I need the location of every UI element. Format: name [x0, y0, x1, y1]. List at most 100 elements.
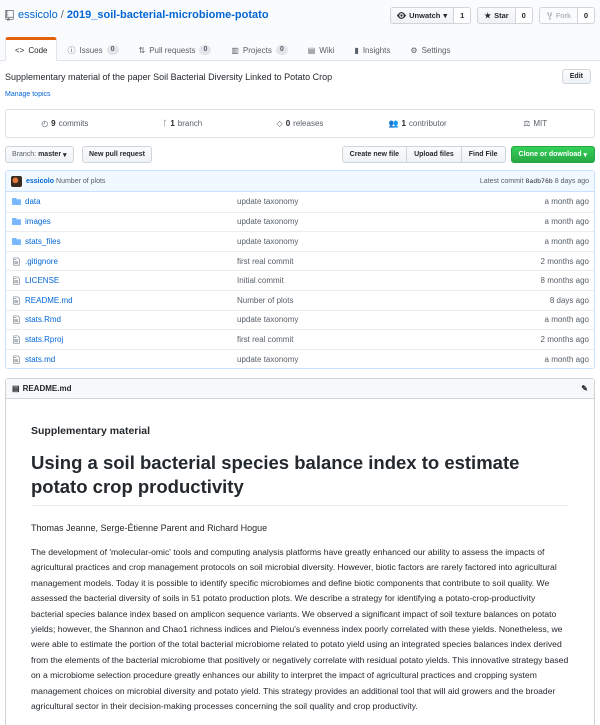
- tab-insights[interactable]: ▮ Insights: [344, 37, 400, 61]
- file-age: a month ago: [544, 354, 589, 364]
- commit-sha[interactable]: 8adb76b: [525, 178, 552, 185]
- tab-counter: 0: [106, 45, 119, 55]
- file-commit-message[interactable]: update taxonomy: [237, 197, 545, 206]
- file-name-link[interactable]: stats.Rproj: [23, 335, 237, 344]
- commit-tease: essicolo Number of plots Latest commit 8…: [6, 171, 594, 192]
- readme-filename: README.md: [22, 384, 72, 393]
- commit-author[interactable]: essicolo: [26, 178, 54, 185]
- file-commit-message[interactable]: update taxonomy: [237, 315, 545, 324]
- file-commit-message[interactable]: update taxonomy: [237, 355, 545, 364]
- tab-projects[interactable]: ▥ Projects 0: [221, 37, 297, 61]
- clone-or-download-button[interactable]: Clone or download ▾: [510, 146, 595, 163]
- repo-header: essicolo / 2019_soil-bacterial-microbiom…: [0, 0, 600, 61]
- tab-pull-requests[interactable]: ⇅ Pull requests 0: [129, 37, 222, 61]
- file-commit-message[interactable]: update taxonomy: [237, 217, 545, 226]
- watch-action: Unwatch ▾ 1: [390, 7, 472, 24]
- commit-message[interactable]: Number of plots: [56, 178, 105, 185]
- summary-branches[interactable]: ᚴ 1 branch: [124, 110, 242, 137]
- repo-separator: /: [60, 9, 64, 21]
- forks-count[interactable]: 0: [577, 7, 595, 24]
- folder-icon: [6, 218, 23, 226]
- book-icon: ▤: [307, 45, 316, 55]
- tab-counter: 0: [275, 45, 288, 55]
- file-commit-message[interactable]: Initial commit: [237, 276, 541, 285]
- manage-topics-link[interactable]: Manage topics: [5, 91, 51, 98]
- file-age: a month ago: [544, 217, 589, 227]
- upload-files-button[interactable]: Upload files: [406, 146, 462, 163]
- pencil-icon[interactable]: ✎: [581, 384, 588, 393]
- summary-license[interactable]: ⚖ MIT: [476, 110, 594, 137]
- file-icon: [6, 296, 23, 305]
- file-commit-message[interactable]: first real commit: [237, 257, 541, 266]
- summary-label: branch: [177, 119, 203, 128]
- file-name-link[interactable]: stats_files: [23, 237, 237, 246]
- unwatch-button[interactable]: Unwatch ▾: [390, 7, 455, 24]
- summary-commits[interactable]: ◴ 9 commits: [6, 110, 124, 137]
- tab-code[interactable]: <> Code: [5, 37, 58, 61]
- file-age: a month ago: [544, 236, 589, 246]
- code-icon: <>: [15, 45, 25, 55]
- branch-prefix: Branch:: [12, 151, 37, 158]
- tab-label: Insights: [362, 45, 391, 55]
- stars-count[interactable]: 0: [515, 7, 533, 24]
- readme-header: ▤ README.md ✎: [6, 379, 594, 399]
- law-icon: ⚖: [523, 119, 531, 128]
- file-commit-message[interactable]: first real commit: [237, 335, 541, 344]
- fork-label: Fork: [555, 11, 571, 20]
- repo-title: essicolo / 2019_soil-bacterial-microbiom…: [5, 9, 269, 21]
- folder-icon: [6, 237, 23, 245]
- file-row: stats.Rmd update taxonomy a month ago: [6, 309, 594, 330]
- history-icon: ◴: [41, 119, 49, 128]
- star-label: Star: [494, 11, 509, 20]
- fork-button[interactable]: Fork: [538, 7, 578, 24]
- numbers-summary: ◴ 9 commits ᚴ 1 branch ◇ 0 releases 👥 1 contribu…: [5, 109, 595, 138]
- tab-wiki[interactable]: ▤ Wiki: [298, 37, 345, 61]
- repo-nav: <> Code ⓘ Issues 0 ⇅ Pull requests 0 ▥ Project…: [5, 37, 460, 61]
- summary-number: 0: [285, 119, 291, 128]
- file-row: stats.Rproj first real commit 2 months ago: [6, 329, 594, 349]
- tab-label: Projects: [242, 45, 272, 55]
- file-icon: [6, 315, 23, 324]
- summary-releases[interactable]: ◇ 0 releases: [241, 110, 359, 137]
- avatar[interactable]: [11, 175, 22, 187]
- file-icon: [6, 335, 23, 344]
- create-new-file-button[interactable]: Create new file: [341, 146, 408, 163]
- new-pull-request-button[interactable]: New pull request: [82, 146, 153, 163]
- file-name-link[interactable]: images: [23, 217, 237, 226]
- file-name-link[interactable]: README.md: [23, 296, 237, 305]
- commit-age: 8 days ago: [554, 177, 589, 185]
- issue-icon: ⓘ: [67, 45, 76, 55]
- star-button[interactable]: ★ Star: [477, 7, 516, 24]
- find-file-button[interactable]: Find File: [460, 146, 506, 163]
- repo-name-link[interactable]: 2019_soil-bacterial-microbiome-potato: [67, 9, 269, 21]
- tab-label: Settings: [421, 45, 451, 55]
- readme-subtitle: Supplementary material: [31, 425, 151, 437]
- summary-contributors[interactable]: 👥 1 contributor: [359, 110, 477, 137]
- file-name-link[interactable]: .gitignore: [23, 257, 237, 266]
- summary-number: 9: [51, 119, 56, 128]
- caret-down-icon: ▾: [443, 11, 448, 20]
- repo-description: Supplementary material of the paper Soil…: [5, 72, 333, 82]
- file-name-link[interactable]: stats.md: [23, 355, 237, 364]
- caret-down-icon: ▾: [63, 151, 67, 159]
- file-age: 2 months ago: [540, 256, 589, 266]
- tab-issues[interactable]: ⓘ Issues 0: [57, 37, 128, 61]
- branch-select-button[interactable]: Branch: master ▾: [5, 146, 74, 163]
- watchers-count[interactable]: 1: [454, 7, 472, 24]
- file-row: images update taxonomy a month ago: [6, 211, 594, 232]
- tab-label: Pull requests: [149, 45, 196, 55]
- file-name-link[interactable]: stats.Rmd: [23, 315, 237, 324]
- file-icon: [6, 276, 23, 285]
- file-age: 8 months ago: [540, 276, 589, 286]
- tab-settings[interactable]: ⚙ Settings: [400, 37, 460, 61]
- edit-description-button[interactable]: Edit: [561, 69, 591, 84]
- repo-owner-link[interactable]: essicolo: [18, 9, 58, 21]
- tab-label: Wiki: [319, 45, 335, 55]
- file-commit-message[interactable]: Number of plots: [237, 296, 550, 305]
- readme-authors: Thomas Jeanne, Serge-Étienne Parent and …: [31, 523, 268, 533]
- file-name-link[interactable]: LICENSE: [23, 276, 237, 285]
- file-commit-message[interactable]: update taxonomy: [237, 237, 545, 246]
- readme-panel: ▤ README.md ✎ Supplementary material Usi…: [5, 378, 595, 725]
- file-name-link[interactable]: data: [23, 197, 237, 206]
- summary-label: MIT: [533, 119, 548, 128]
